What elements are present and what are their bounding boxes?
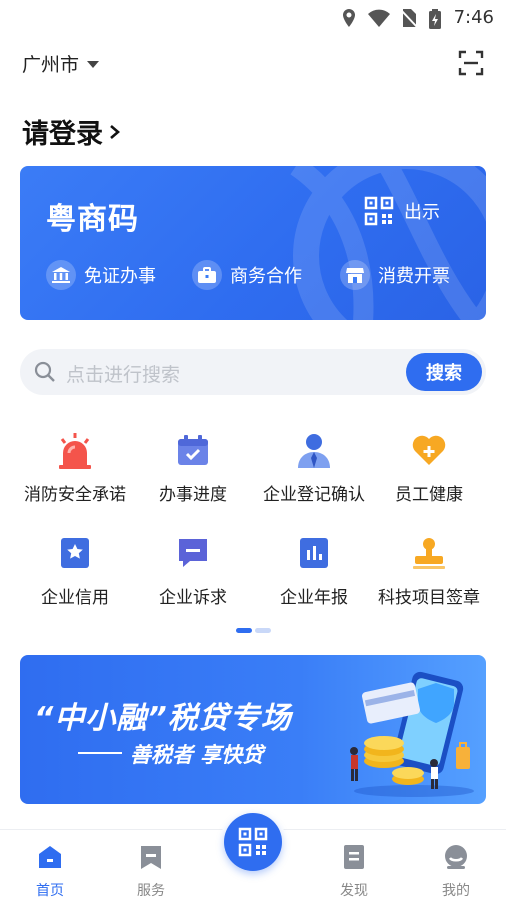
grid-item-label: 办事进度: [159, 485, 227, 505]
grid-item-label: 企业信用: [41, 588, 109, 608]
grid-item-registration[interactable]: 企业登记确认: [251, 430, 377, 505]
show-label: 出示: [404, 202, 440, 223]
star-badge-icon: [55, 533, 95, 573]
card-title: 粤商码: [46, 202, 139, 237]
grid-item-label: 消防安全承诺: [24, 485, 126, 505]
stamp-icon: [409, 533, 449, 573]
page-indicator: [236, 628, 271, 633]
chat-icon: [173, 533, 213, 573]
qr-code-icon: [238, 827, 268, 857]
finance-illustration: [350, 671, 474, 797]
status-time: 7:46: [453, 7, 494, 28]
nav-label: 首页: [36, 883, 64, 899]
center-qr-button[interactable]: [220, 809, 286, 875]
center-qr-circle: [224, 813, 282, 871]
indicator-active: [236, 628, 252, 633]
grid-item-label: 员工健康: [395, 485, 463, 505]
chevron-right-icon: [110, 124, 120, 139]
grid-item-credit[interactable]: 企业信用: [12, 533, 138, 608]
login-link[interactable]: 请登录: [22, 112, 123, 151]
city-label: 广州市: [22, 54, 80, 76]
feature-no-certificate[interactable]: 免证办事: [46, 260, 156, 290]
briefcase-icon: [192, 260, 222, 290]
user-face-icon: [445, 845, 467, 869]
heart-plus-icon: [409, 430, 449, 470]
city-selector[interactable]: 广州市: [22, 50, 100, 77]
grid-item-employee-health[interactable]: 员工健康: [366, 430, 492, 505]
bookmark-icon: [141, 846, 161, 869]
promo-banner[interactable]: “中小融”税贷专场 善税者 享快贷: [20, 655, 486, 804]
feature-label: 商务合作: [230, 266, 302, 287]
scan-icon[interactable]: [458, 50, 484, 76]
search-input[interactable]: 点击进行搜索: [66, 360, 180, 387]
login-label: 请登录: [22, 119, 103, 150]
indicator-inactive: [255, 628, 271, 633]
feature-label: 免证办事: [84, 266, 156, 287]
show-code-button[interactable]: 出示: [364, 196, 440, 226]
feature-business-cooperation[interactable]: 商务合作: [192, 260, 302, 290]
feature-invoice[interactable]: 消费开票: [340, 260, 450, 290]
grid-item-tech-seal[interactable]: 科技项目签章: [366, 533, 492, 608]
alarm-icon: [55, 430, 95, 470]
banner-dash: [78, 752, 122, 754]
no-sim-icon: [400, 9, 418, 28]
business-code-card[interactable]: 粤商码 出示 免证办事 商务合作 消费开票: [20, 166, 486, 320]
nav-label: 发现: [340, 883, 368, 899]
grid-item-fire-safety[interactable]: 消防安全承诺: [12, 430, 138, 505]
nav-discover[interactable]: 发现: [324, 844, 384, 900]
calendar-check-icon: [173, 430, 213, 470]
nav-mine[interactable]: 我的: [426, 844, 486, 900]
nav-home[interactable]: 首页: [20, 844, 80, 900]
grid-item-label: 企业年报: [280, 588, 348, 608]
document-icon: [344, 845, 364, 869]
card-decoration: [290, 166, 486, 320]
banner-title: “中小融”税贷专场: [34, 701, 292, 736]
feature-label: 消费开票: [378, 266, 450, 287]
search-icon: [34, 361, 55, 382]
location-icon: [343, 9, 355, 27]
grid-item-progress[interactable]: 办事进度: [130, 430, 256, 505]
person-icon: [294, 430, 334, 470]
status-bar: 7:46: [0, 0, 506, 34]
grid-item-appeal[interactable]: 企业诉求: [130, 533, 256, 608]
grid-item-label: 企业诉求: [159, 588, 227, 608]
grid-item-label: 企业登记确认: [263, 485, 365, 505]
bank-icon: [46, 260, 76, 290]
wifi-icon: [368, 9, 390, 27]
nav-label: 服务: [137, 883, 165, 899]
battery-charging-icon: [429, 9, 441, 29]
caret-down-icon: [87, 61, 100, 68]
nav-services[interactable]: 服务: [121, 844, 181, 900]
bar-report-icon: [294, 533, 334, 573]
qr-code-icon: [364, 196, 394, 226]
grid-item-label: 科技项目签章: [378, 588, 480, 608]
search-button[interactable]: 搜索: [406, 353, 482, 391]
banner-subtitle: 善税者 享快贷: [130, 743, 264, 767]
grid-item-annual-report[interactable]: 企业年报: [251, 533, 377, 608]
shop-icon: [340, 260, 370, 290]
search-bar[interactable]: 点击进行搜索 搜索: [20, 349, 486, 395]
home-icon: [39, 846, 61, 868]
nav-label: 我的: [442, 883, 470, 899]
